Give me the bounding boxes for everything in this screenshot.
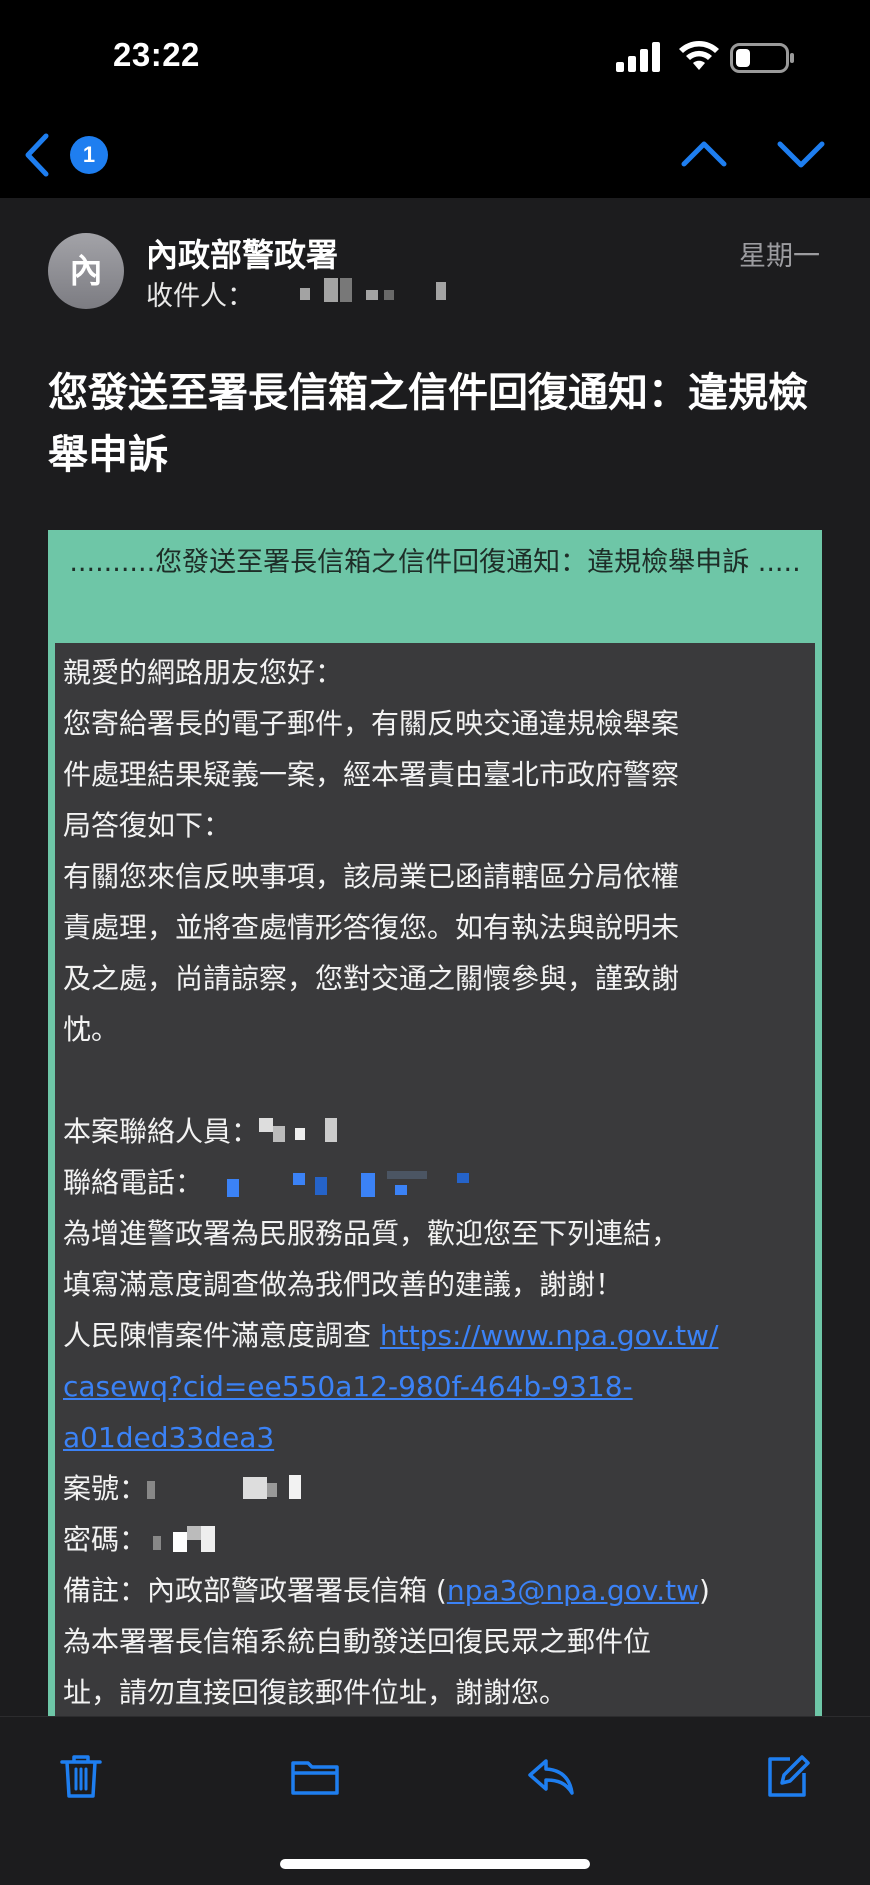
- phone-redacted: [203, 1169, 473, 1199]
- body-text-line: 為增進警政署為民服務品質，歡迎您至下列連結，: [63, 1217, 680, 1250]
- sender-name[interactable]: 內政部警政署: [146, 230, 338, 276]
- npa-email-link[interactable]: npa3@npa.gov.tw: [447, 1574, 699, 1607]
- wifi-icon: [679, 41, 719, 70]
- body-text-line: 忱。: [63, 1013, 120, 1046]
- cellular-signal-icon: [616, 42, 660, 72]
- battery-icon: [730, 43, 794, 73]
- survey-link[interactable]: https://www.npa.gov.tw/: [380, 1319, 719, 1352]
- case-label: 案號：: [63, 1472, 148, 1505]
- card-header: ..........您發送至署長信箱之信件回復通知：違規檢舉申訴 .....: [69, 547, 801, 578]
- body-text-line: 局答復如下：: [63, 809, 232, 842]
- note-suffix: ): [698, 1574, 710, 1607]
- greeting: 親愛的網路朋友您好：: [63, 656, 344, 689]
- case-number-row: 案號：: [63, 1463, 807, 1514]
- body-text-line: 有關您來信反映事項，該局業已函請轄區分局依權: [63, 860, 680, 893]
- message-card: ..........您發送至署長信箱之信件回復通知：違規檢舉申訴 ..... 親…: [48, 530, 822, 1716]
- recipient-redacted: [296, 278, 456, 304]
- phone-row: 聯絡電話：: [63, 1157, 807, 1208]
- mail-nav-bar: 1: [0, 118, 870, 198]
- survey-row: 人民陳情案件滿意度調查 https://www.npa.gov.tw/: [63, 1310, 807, 1361]
- folder-icon[interactable]: [290, 1753, 340, 1799]
- survey-link[interactable]: a01ded33dea3: [63, 1421, 274, 1454]
- contact-label: 本案聯絡人員：: [63, 1115, 260, 1148]
- up-arrow-icon[interactable]: [680, 134, 728, 174]
- body-text-line: 及之處，尚請諒察，您對交通之關懷參與，謹致謝: [63, 962, 680, 995]
- body-text-line: 責處理，並將查處情形答復您。如有執法與說明未: [63, 911, 680, 944]
- contact-redacted: [259, 1118, 349, 1148]
- recipient-label: 收件人：: [146, 281, 254, 312]
- contact-person-row: 本案聯絡人員：: [63, 1106, 807, 1157]
- note-prefix: 備註：內政部警政署署長信箱 (: [63, 1574, 447, 1607]
- mail-subject: 您發送至署長信箱之信件回復通知：違規檢舉申訴: [48, 370, 808, 478]
- phone-label: 聯絡電話：: [63, 1166, 204, 1199]
- status-time: 23:22: [113, 36, 200, 73]
- body-text-line: 為本署署長信箱系統自動發送回復民眾之郵件位: [63, 1625, 652, 1658]
- compose-icon[interactable]: [764, 1753, 810, 1799]
- body-text-line: 件處理結果疑義一案，經本署責由臺北市政府警察: [63, 758, 680, 791]
- note-row: 備註：內政部警政署署長信箱 (npa3@npa.gov.tw): [63, 1565, 807, 1616]
- mail-content: 內 內政部警政署 收件人： 星期一 您發送至署長信箱之信件回復通知：違規檢舉申訴…: [0, 198, 870, 1716]
- body-text-line: 填寫滿意度調查做為我們改善的建議，謝謝！: [63, 1268, 624, 1301]
- card-body: 親愛的網路朋友您好： 您寄給署長的電子郵件，有關反映交通違規檢舉案 件處理結果疑…: [55, 643, 815, 1716]
- password-row: 密碼：: [63, 1514, 807, 1565]
- survey-link-line: a01ded33dea3: [63, 1412, 807, 1463]
- status-bar: 23:22: [0, 0, 870, 118]
- survey-link-line: casewq?cid=ee550a12-980f-464b-9318-: [63, 1361, 807, 1412]
- mail-date: 星期一: [739, 241, 820, 272]
- trash-icon[interactable]: [58, 1753, 104, 1799]
- body-text-line: 址，請勿直接回復該郵件位址，謝謝您。: [63, 1676, 568, 1709]
- down-arrow-icon[interactable]: [776, 134, 826, 174]
- password-redacted: [147, 1526, 237, 1556]
- home-indicator[interactable]: [280, 1859, 590, 1869]
- body-text-line: 您寄給署長的電子郵件，有關反映交通違規檢舉案: [63, 707, 680, 740]
- back-chevron-icon[interactable]: [20, 132, 54, 178]
- survey-label: 人民陳情案件滿意度調查: [63, 1319, 380, 1352]
- password-label: 密碼：: [63, 1523, 148, 1556]
- case-number-redacted: [147, 1475, 347, 1505]
- unread-count-badge[interactable]: 1: [70, 136, 108, 174]
- sender-avatar[interactable]: 內: [48, 233, 124, 309]
- survey-link[interactable]: casewq?cid=ee550a12-980f-464b-9318-: [63, 1370, 633, 1403]
- reply-icon[interactable]: [526, 1753, 576, 1799]
